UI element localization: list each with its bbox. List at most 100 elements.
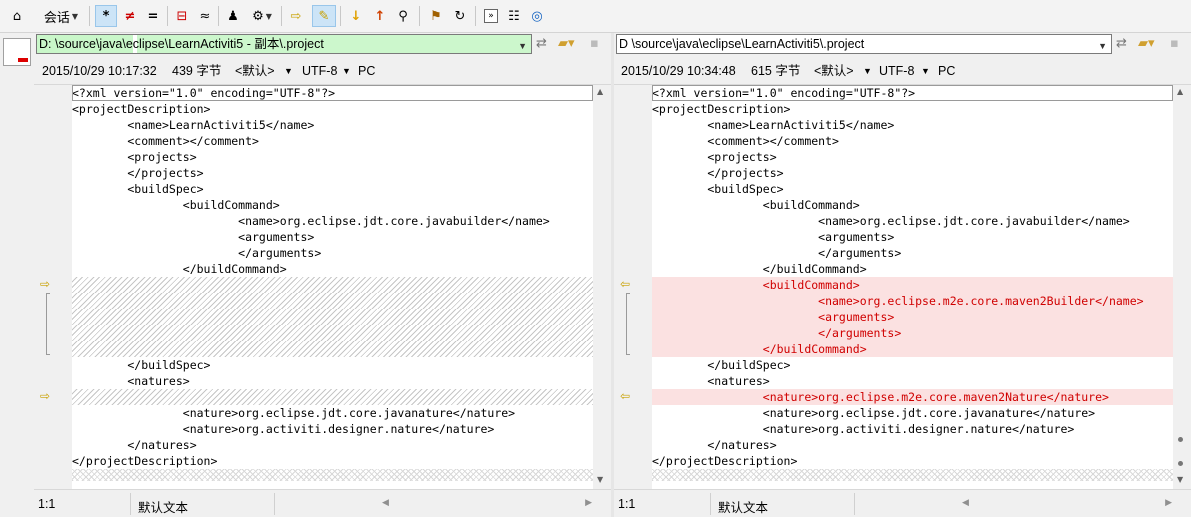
chevron-down-icon[interactable]: ▼: [1098, 37, 1107, 53]
right-code-line[interactable]: <projects>: [652, 149, 1173, 165]
right-code-line[interactable]: <buildSpec>: [652, 181, 1173, 197]
left-diff-arrow-icon[interactable]: ⇨: [40, 277, 50, 291]
bookmark-button[interactable]: ⚑: [425, 5, 447, 27]
next-section-button[interactable]: »: [480, 5, 502, 27]
right-code-line[interactable]: <comment></comment>: [652, 133, 1173, 149]
right-save-icon[interactable]: ▪: [1170, 36, 1179, 54]
scroll-left-icon[interactable]: ◀: [962, 497, 969, 508]
left-line-endings[interactable]: PC: [358, 59, 375, 83]
session-menu-button[interactable]: 会话 ▼: [36, 5, 86, 27]
right-code-line[interactable]: <buildCommand>: [652, 197, 1173, 213]
right-code-line[interactable]: <buildCommand>: [652, 277, 1173, 293]
left-vertical-scrollbar[interactable]: ▲ ▼: [593, 85, 611, 490]
left-code-line[interactable]: <?xml version="1.0" encoding="UTF-8"?>: [72, 85, 593, 101]
scroll-left-icon[interactable]: ◀: [382, 497, 389, 508]
right-editor[interactable]: ⇦ ⇦ <?xml version="1.0" encoding="UTF-8"…: [614, 84, 1191, 490]
right-encoding-name[interactable]: <默认>: [814, 59, 854, 83]
right-code-line[interactable]: [652, 469, 1173, 481]
right-code-line[interactable]: <name>org.eclipse.jdt.core.javabuilder</…: [652, 213, 1173, 229]
rules-button[interactable]: ♟: [222, 5, 244, 27]
next-diff-button[interactable]: ↓: [345, 5, 367, 27]
left-code-line[interactable]: </projectDescription>: [72, 453, 593, 469]
left-diff-arrow-icon[interactable]: ⇨: [40, 389, 50, 403]
right-code-line[interactable]: </projectDescription>: [652, 453, 1173, 469]
right-charset[interactable]: UTF-8: [879, 59, 914, 83]
folder-compare-icon[interactable]: [3, 38, 31, 66]
left-code-line[interactable]: <natures>: [72, 373, 593, 389]
left-code-line[interactable]: [72, 469, 593, 481]
right-code-line[interactable]: </natures>: [652, 437, 1173, 453]
left-code-line[interactable]: <projectDescription>: [72, 101, 593, 117]
left-code-line[interactable]: <arguments>: [72, 229, 593, 245]
right-code-line[interactable]: <nature>org.eclipse.m2e.core.maven2Natur…: [652, 389, 1173, 405]
same-only-button[interactable]: =: [142, 5, 164, 27]
left-editor[interactable]: ⇨ ⇨ <?xml version="1.0" encoding="UTF-8"…: [34, 84, 611, 490]
left-code-line[interactable]: <buildSpec>: [72, 181, 593, 197]
left-code-line[interactable]: <nature>org.activiti.designer.nature</na…: [72, 421, 593, 437]
left-encoding-name[interactable]: <默认>: [235, 59, 275, 83]
right-code-line[interactable]: </arguments>: [652, 245, 1173, 261]
left-code-line[interactable]: <comment></comment>: [72, 133, 593, 149]
chevron-down-icon[interactable]: ▼: [863, 59, 872, 83]
chevron-down-icon[interactable]: ▼: [342, 59, 351, 83]
edit-button[interactable]: ✎: [312, 5, 336, 27]
right-code-line[interactable]: <nature>org.activiti.designer.nature</na…: [652, 421, 1173, 437]
right-line-endings[interactable]: PC: [938, 59, 955, 83]
ignore-unimportant-button[interactable]: ≈: [194, 5, 216, 27]
right-code-lines[interactable]: <?xml version="1.0" encoding="UTF-8"?> <p…: [652, 85, 1173, 481]
left-code-line[interactable]: </arguments>: [72, 245, 593, 261]
left-code-line[interactable]: <projects>: [72, 149, 593, 165]
refresh-button[interactable]: ↻: [449, 5, 471, 27]
right-diff-arrow-icon[interactable]: ⇦: [620, 389, 630, 403]
left-code-line[interactable]: [72, 389, 593, 405]
left-code-line[interactable]: </natures>: [72, 437, 593, 453]
left-code-line[interactable]: </buildSpec>: [72, 357, 593, 373]
all-lines-button[interactable]: *: [95, 5, 117, 27]
left-code-line[interactable]: <nature>org.eclipse.jdt.core.javanature<…: [72, 405, 593, 421]
left-code-line[interactable]: [72, 293, 593, 309]
format-button[interactable]: ⚙ ▼: [246, 5, 278, 27]
chevron-down-icon[interactable]: ▼: [284, 59, 293, 83]
left-code-line[interactable]: <buildCommand>: [72, 197, 593, 213]
left-charset[interactable]: UTF-8: [302, 59, 337, 83]
prev-diff-button[interactable]: ↑: [369, 5, 391, 27]
left-code-line[interactable]: <name>org.eclipse.jdt.core.javabuilder</…: [72, 213, 593, 229]
chevron-down-icon[interactable]: ▼: [518, 37, 527, 53]
left-code-line[interactable]: [72, 341, 593, 357]
left-code-line[interactable]: [72, 309, 593, 325]
left-save-icon[interactable]: ▪: [590, 36, 599, 54]
scroll-right-icon[interactable]: ▶: [585, 497, 592, 508]
right-history-icon[interactable]: ⇄: [1116, 36, 1127, 54]
swap-button[interactable]: ⇨: [285, 5, 307, 27]
scroll-down-icon[interactable]: ▼: [1177, 475, 1183, 484]
context-button[interactable]: ⊟: [171, 5, 193, 27]
left-open-folder-icon[interactable]: ▰▾: [558, 36, 575, 54]
right-code-line[interactable]: <projectDescription>: [652, 101, 1173, 117]
right-code-line[interactable]: </projects>: [652, 165, 1173, 181]
right-open-folder-icon[interactable]: ▰▾: [1138, 36, 1155, 54]
right-code-line[interactable]: <nature>org.eclipse.jdt.core.javanature<…: [652, 405, 1173, 421]
scroll-up-icon[interactable]: ▲: [597, 87, 603, 96]
report-button[interactable]: ☷: [503, 5, 525, 27]
scroll-down-icon[interactable]: ▼: [597, 475, 603, 484]
scroll-right-icon[interactable]: ▶: [1165, 497, 1172, 508]
left-code-line[interactable]: <name>LearnActiviti5</name>: [72, 117, 593, 133]
left-path-input[interactable]: D: \source\java\eclipse\LearnActiviti5 -…: [36, 34, 532, 54]
session-home-icon[interactable]: ⌂: [6, 5, 28, 27]
right-code-line[interactable]: <natures>: [652, 373, 1173, 389]
right-code-line[interactable]: </buildCommand>: [652, 341, 1173, 357]
chevron-down-icon[interactable]: ▼: [921, 59, 930, 83]
right-diff-arrow-icon[interactable]: ⇦: [620, 277, 630, 291]
left-horizontal-scrollbar[interactable]: ◀ ▶: [382, 495, 592, 512]
right-vertical-scrollbar[interactable]: ▲ ▼: [1173, 85, 1191, 490]
right-code-line[interactable]: </buildSpec>: [652, 357, 1173, 373]
right-code-line[interactable]: <name>LearnActiviti5</name>: [652, 117, 1173, 133]
left-code-line[interactable]: </buildCommand>: [72, 261, 593, 277]
left-history-icon[interactable]: ⇄: [536, 36, 547, 54]
left-code-lines[interactable]: <?xml version="1.0" encoding="UTF-8"?> <p…: [72, 85, 593, 481]
scroll-up-icon[interactable]: ▲: [1177, 87, 1183, 96]
right-horizontal-scrollbar[interactable]: ◀ ▶: [962, 495, 1172, 512]
right-code-line[interactable]: <?xml version="1.0" encoding="UTF-8"?>: [652, 85, 1173, 101]
right-code-line[interactable]: </buildCommand>: [652, 261, 1173, 277]
right-code-line[interactable]: <arguments>: [652, 309, 1173, 325]
